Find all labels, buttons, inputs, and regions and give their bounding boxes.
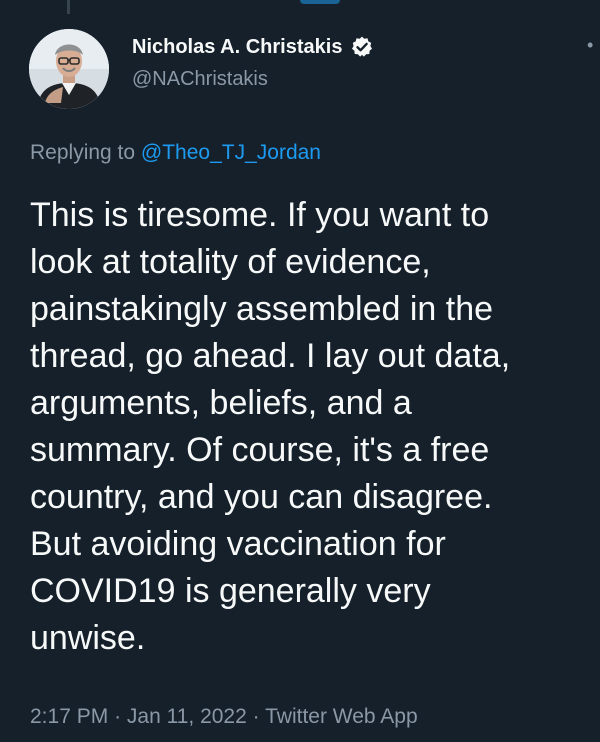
tweet-line: arguments, beliefs, and a [30, 384, 412, 422]
tweet-line: unwise. [30, 619, 146, 657]
thread-connector-line [67, 0, 70, 14]
verified-badge-icon[interactable] [350, 35, 374, 59]
tweet-source[interactable]: Twitter Web App [265, 705, 418, 728]
tweet-line: COVID19 is generally very [30, 572, 431, 610]
tweet-line: thread, go ahead. I lay out data, [30, 337, 511, 375]
tweet-line: painstakingly assembled in the [30, 290, 494, 328]
reply-mention-link[interactable]: @Theo_TJ_Jordan [141, 141, 321, 164]
meta-separator: · [252, 705, 260, 728]
meta-separator: · [114, 705, 122, 728]
tweet-author: Nicholas A. Christakis @NAChristakis [132, 34, 374, 91]
tweet-line: This is tiresome. If you want to [30, 196, 490, 234]
tweet-line: summary. Of course, it's a free [30, 431, 490, 469]
avatar-photo [29, 29, 109, 109]
tweet-text: This is tiresome. If you want to look at… [30, 192, 590, 662]
replying-to-label: Replying to [30, 141, 136, 164]
tweet-date[interactable]: Jan 11, 2022 [127, 705, 247, 728]
more-options-icon[interactable]: • [587, 36, 597, 54]
tweet-meta: 2:17 PM · Jan 11, 2022 · Twitter Web App [30, 705, 418, 729]
tweet-line: But avoiding vaccination for [30, 525, 446, 563]
tweet-line: country, and you can disagree. [30, 478, 493, 516]
author-display-name[interactable]: Nicholas A. Christakis [132, 36, 342, 59]
author-handle[interactable]: @NAChristakis [132, 68, 374, 91]
tweet-line: look at totality of evidence, [30, 243, 431, 281]
avatar[interactable] [29, 29, 109, 109]
verified-badge-svg [352, 36, 373, 57]
top-edge-indicator [300, 0, 340, 4]
author-name-row: Nicholas A. Christakis [132, 34, 374, 60]
tweet-time[interactable]: 2:17 PM [30, 705, 108, 728]
replying-to: Replying to @Theo_TJ_Jordan [30, 141, 321, 165]
